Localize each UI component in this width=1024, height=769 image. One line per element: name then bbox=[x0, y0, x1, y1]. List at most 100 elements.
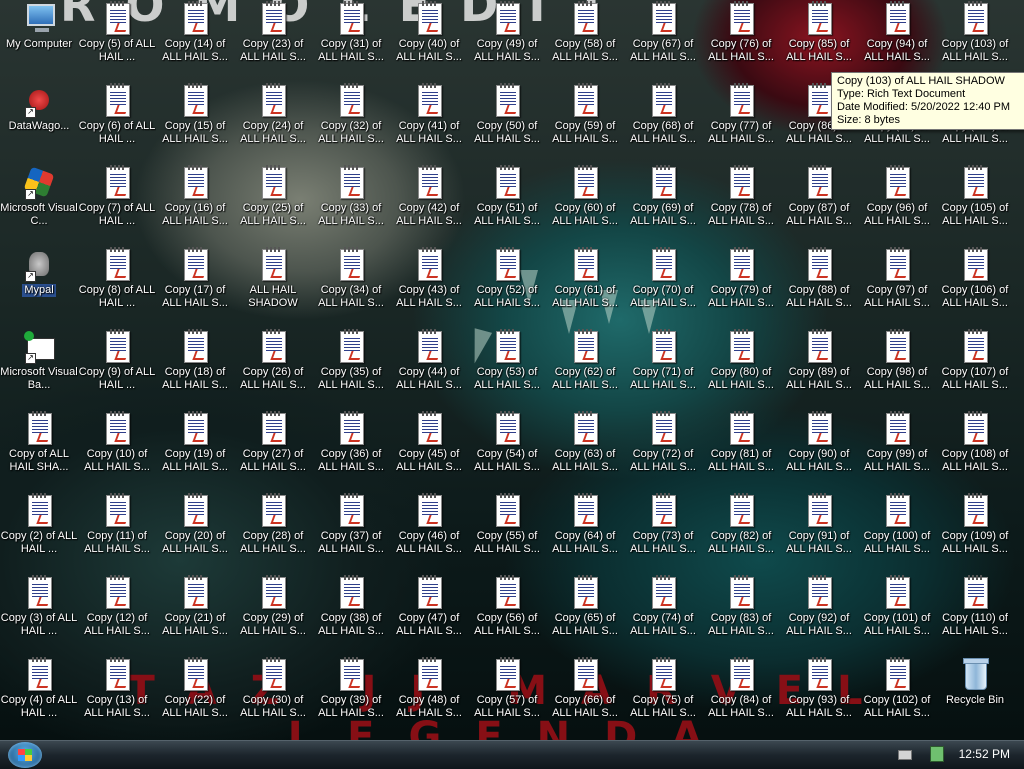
desktop-file-icon[interactable]: Copy (33) of ALL HAIL S... bbox=[312, 165, 390, 228]
desktop-file-icon[interactable]: Copy (27) of ALL HAIL S... bbox=[234, 411, 312, 474]
desktop-file-icon[interactable]: Copy (19) of ALL HAIL S... bbox=[156, 411, 234, 474]
desktop-file-icon[interactable]: Copy (9) of ALL HAIL ... bbox=[78, 329, 156, 392]
desktop-file-icon[interactable]: Copy (96) of ALL HAIL S... bbox=[858, 165, 936, 228]
desktop-file-icon[interactable]: Copy (41) of ALL HAIL S... bbox=[390, 83, 468, 146]
desktop-file-icon[interactable]: Copy (49) of ALL HAIL S... bbox=[468, 1, 546, 64]
desktop-file-icon[interactable]: Copy (77) of ALL HAIL S... bbox=[702, 83, 780, 146]
desktop-file-icon[interactable]: Copy (72) of ALL HAIL S... bbox=[624, 411, 702, 474]
desktop-file-icon[interactable]: Copy (8) of ALL HAIL ... bbox=[78, 247, 156, 310]
desktop-file-icon[interactable]: Copy (66) of ALL HAIL S... bbox=[546, 657, 624, 720]
desktop-file-icon[interactable]: Copy (50) of ALL HAIL S... bbox=[468, 83, 546, 146]
desktop-file-icon[interactable]: Copy (81) of ALL HAIL S... bbox=[702, 411, 780, 474]
desktop-file-icon[interactable]: Copy (4) of ALL HAIL ... bbox=[0, 657, 78, 720]
desktop-shortcut-icon[interactable]: Recycle Bin bbox=[936, 658, 1014, 720]
desktop-file-icon[interactable]: Copy (25) of ALL HAIL S... bbox=[234, 165, 312, 228]
desktop-file-icon[interactable]: Copy (34) of ALL HAIL S... bbox=[312, 247, 390, 310]
desktop-file-icon[interactable]: Copy (87) of ALL HAIL S... bbox=[780, 165, 858, 228]
desktop-file-icon[interactable]: Copy (53) of ALL HAIL S... bbox=[468, 329, 546, 392]
desktop-file-icon[interactable]: Copy (16) of ALL HAIL S... bbox=[156, 165, 234, 228]
desktop-file-icon[interactable]: Copy (58) of ALL HAIL S... bbox=[546, 1, 624, 64]
desktop-file-icon[interactable]: Copy (39) of ALL HAIL S... bbox=[312, 657, 390, 720]
desktop-file-icon[interactable]: Copy (106) of ALL HAIL S... bbox=[936, 247, 1014, 310]
desktop-file-icon[interactable]: Copy (5) of ALL HAIL ... bbox=[78, 1, 156, 64]
desktop-shortcut-icon[interactable]: My Computer bbox=[0, 2, 78, 64]
desktop-file-icon[interactable]: Copy (32) of ALL HAIL S... bbox=[312, 83, 390, 146]
desktop-file-icon[interactable]: Copy (24) of ALL HAIL S... bbox=[234, 83, 312, 146]
desktop-file-icon[interactable]: Copy (59) of ALL HAIL S... bbox=[546, 83, 624, 146]
desktop-file-icon[interactable]: Copy (110) of ALL HAIL S... bbox=[936, 575, 1014, 638]
desktop-file-icon[interactable]: Copy (29) of ALL HAIL S... bbox=[234, 575, 312, 638]
keyboard-icon[interactable] bbox=[898, 750, 912, 760]
desktop-file-icon[interactable]: Copy (14) of ALL HAIL S... bbox=[156, 1, 234, 64]
desktop-file-icon[interactable]: Copy (17) of ALL HAIL S... bbox=[156, 247, 234, 310]
desktop-file-icon[interactable]: Copy (101) of ALL HAIL S... bbox=[858, 575, 936, 638]
desktop-file-icon[interactable]: Copy (43) of ALL HAIL S... bbox=[390, 247, 468, 310]
desktop-file-icon[interactable]: Copy (60) of ALL HAIL S... bbox=[546, 165, 624, 228]
desktop-file-icon[interactable]: Copy (78) of ALL HAIL S... bbox=[702, 165, 780, 228]
desktop-shortcut-icon[interactable]: ↗ Mypal bbox=[0, 248, 78, 302]
desktop-file-icon[interactable]: Copy (22) of ALL HAIL S... bbox=[156, 657, 234, 720]
desktop-file-icon[interactable]: Copy (94) of ALL HAIL S... bbox=[858, 1, 936, 64]
desktop-file-icon[interactable]: Copy (74) of ALL HAIL S... bbox=[624, 575, 702, 638]
desktop-file-icon[interactable]: Copy (18) of ALL HAIL S... bbox=[156, 329, 234, 392]
desktop-file-icon[interactable]: Copy (45) of ALL HAIL S... bbox=[390, 411, 468, 474]
desktop-file-icon[interactable]: Copy (10) of ALL HAIL S... bbox=[78, 411, 156, 474]
desktop-file-icon[interactable]: Copy (67) of ALL HAIL S... bbox=[624, 1, 702, 64]
desktop-file-icon[interactable]: Copy (80) of ALL HAIL S... bbox=[702, 329, 780, 392]
desktop-file-icon[interactable]: Copy (40) of ALL HAIL S... bbox=[390, 1, 468, 64]
desktop-file-icon[interactable]: Copy (26) of ALL HAIL S... bbox=[234, 329, 312, 392]
desktop-file-icon[interactable]: Copy (93) of ALL HAIL S... bbox=[780, 657, 858, 720]
desktop-shortcut-icon[interactable]: ↗ DataWago... bbox=[0, 84, 78, 146]
desktop-file-icon[interactable]: Copy (20) of ALL HAIL S... bbox=[156, 493, 234, 556]
desktop-file-icon[interactable]: Copy (68) of ALL HAIL S... bbox=[624, 83, 702, 146]
desktop-file-icon[interactable]: Copy (15) of ALL HAIL S... bbox=[156, 83, 234, 146]
clock[interactable]: 12:52 PM bbox=[959, 747, 1010, 761]
desktop-file-icon[interactable]: Copy (91) of ALL HAIL S... bbox=[780, 493, 858, 556]
desktop-file-icon[interactable]: Copy (62) of ALL HAIL S... bbox=[546, 329, 624, 392]
desktop-file-icon[interactable]: Copy (90) of ALL HAIL S... bbox=[780, 411, 858, 474]
desktop-file-icon[interactable]: Copy (89) of ALL HAIL S... bbox=[780, 329, 858, 392]
desktop-file-icon[interactable]: Copy (12) of ALL HAIL S... bbox=[78, 575, 156, 638]
desktop-file-icon[interactable]: Copy (88) of ALL HAIL S... bbox=[780, 247, 858, 310]
desktop-file-icon[interactable]: Copy (75) of ALL HAIL S... bbox=[624, 657, 702, 720]
desktop-file-icon[interactable]: Copy (37) of ALL HAIL S... bbox=[312, 493, 390, 556]
desktop-file-icon[interactable]: Copy (7) of ALL HAIL ... bbox=[78, 165, 156, 228]
desktop-shortcut-icon[interactable]: ↗ Microsoft Visual C... bbox=[0, 166, 78, 228]
desktop-file-icon[interactable]: Copy (35) of ALL HAIL S... bbox=[312, 329, 390, 392]
desktop-file-icon[interactable]: Copy (76) of ALL HAIL S... bbox=[702, 1, 780, 64]
desktop-file-icon[interactable]: Copy (63) of ALL HAIL S... bbox=[546, 411, 624, 474]
desktop-file-icon[interactable]: Copy (79) of ALL HAIL S... bbox=[702, 247, 780, 310]
desktop-file-icon[interactable]: Copy (48) of ALL HAIL S... bbox=[390, 657, 468, 720]
desktop-file-icon[interactable]: Copy (54) of ALL HAIL S... bbox=[468, 411, 546, 474]
desktop-file-icon[interactable]: Copy (11) of ALL HAIL S... bbox=[78, 493, 156, 556]
desktop-file-icon[interactable]: Copy (108) of ALL HAIL S... bbox=[936, 411, 1014, 474]
desktop-file-icon[interactable]: Copy (70) of ALL HAIL S... bbox=[624, 247, 702, 310]
desktop-file-icon[interactable]: Copy (56) of ALL HAIL S... bbox=[468, 575, 546, 638]
desktop-file-icon[interactable]: Copy (83) of ALL HAIL S... bbox=[702, 575, 780, 638]
desktop-file-icon[interactable]: Copy (13) of ALL HAIL S... bbox=[78, 657, 156, 720]
desktop-file-icon[interactable]: Copy (6) of ALL HAIL ... bbox=[78, 83, 156, 146]
desktop-shortcut-icon[interactable]: ↗ Microsoft Visual Ba... bbox=[0, 330, 78, 392]
desktop-file-icon[interactable]: Copy (30) of ALL HAIL S... bbox=[234, 657, 312, 720]
desktop-file-icon[interactable]: Copy (51) of ALL HAIL S... bbox=[468, 165, 546, 228]
desktop-file-icon[interactable]: Copy (102) of ALL HAIL S... bbox=[858, 657, 936, 720]
desktop-file-icon[interactable]: Copy (69) of ALL HAIL S... bbox=[624, 165, 702, 228]
desktop-file-icon[interactable]: Copy (21) of ALL HAIL S... bbox=[156, 575, 234, 638]
desktop-file-icon[interactable]: Copy (71) of ALL HAIL S... bbox=[624, 329, 702, 392]
desktop-file-icon[interactable]: Copy (73) of ALL HAIL S... bbox=[624, 493, 702, 556]
desktop-file-icon[interactable]: Copy (31) of ALL HAIL S... bbox=[312, 1, 390, 64]
desktop-file-icon[interactable]: Copy (98) of ALL HAIL S... bbox=[858, 329, 936, 392]
desktop-file-icon[interactable]: Copy (47) of ALL HAIL S... bbox=[390, 575, 468, 638]
desktop-file-icon[interactable]: Copy (3) of ALL HAIL ... bbox=[0, 575, 78, 638]
desktop-file-icon[interactable]: Copy (61) of ALL HAIL S... bbox=[546, 247, 624, 310]
start-button[interactable] bbox=[8, 742, 42, 768]
desktop-file-icon[interactable]: Copy (36) of ALL HAIL S... bbox=[312, 411, 390, 474]
desktop-file-icon[interactable]: Copy (55) of ALL HAIL S... bbox=[468, 493, 546, 556]
desktop-file-icon[interactable]: Copy of ALL HAIL SHA... bbox=[0, 411, 78, 474]
desktop-file-icon[interactable]: Copy (82) of ALL HAIL S... bbox=[702, 493, 780, 556]
desktop-file-icon[interactable]: Copy (2) of ALL HAIL ... bbox=[0, 493, 78, 556]
network-icon[interactable] bbox=[930, 746, 944, 762]
desktop-file-icon[interactable]: ALL HAIL SHADOW bbox=[234, 247, 312, 310]
desktop-file-icon[interactable]: Copy (64) of ALL HAIL S... bbox=[546, 493, 624, 556]
desktop-file-icon[interactable]: Copy (103) of ALL HAIL S... bbox=[936, 1, 1014, 64]
